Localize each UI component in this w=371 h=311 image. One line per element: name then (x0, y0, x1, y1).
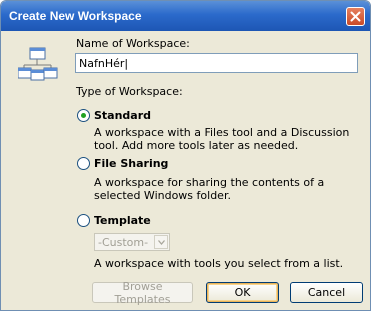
radio-file-sharing-label: File Sharing (94, 157, 169, 170)
type-label: Type of Workspace: (76, 85, 183, 98)
radio-file-sharing[interactable]: File Sharing (77, 157, 168, 170)
radio-selected-dot (81, 113, 86, 118)
cancel-button[interactable]: Cancel (290, 282, 363, 303)
close-icon (350, 11, 361, 22)
radio-button[interactable] (77, 214, 90, 227)
title-bar[interactable]: Create New Workspace (1, 1, 370, 31)
radio-template-label: Template (94, 214, 151, 227)
template-description: A workspace with tools you select from a… (94, 257, 344, 270)
close-button[interactable] (346, 7, 365, 26)
ok-button[interactable]: OK (206, 282, 279, 303)
browse-templates-button[interactable]: Browse Templates (92, 280, 193, 306)
template-select[interactable]: -Custom- (94, 233, 170, 251)
name-label: Name of Workspace: (76, 37, 190, 50)
chevron-down-icon[interactable] (154, 235, 168, 249)
radio-standard[interactable]: Standard (77, 109, 151, 122)
radio-button[interactable] (77, 157, 90, 170)
workspace-icon (18, 47, 58, 81)
window-title: Create New Workspace (9, 9, 142, 23)
radio-button[interactable] (77, 109, 90, 122)
radio-template[interactable]: Template (77, 214, 151, 227)
dialog-body: Name of Workspace: Type of Workspace: St… (2, 31, 369, 310)
template-select-value: -Custom- (98, 236, 149, 249)
standard-description: A workspace with a Files tool and a Disc… (94, 126, 350, 152)
dialog-window: Create New Workspace Name of Workspace: … (0, 0, 371, 311)
radio-standard-label: Standard (94, 109, 152, 122)
workspace-name-input[interactable] (75, 53, 358, 73)
file-sharing-description: A workspace for sharing the contents of … (94, 176, 325, 202)
